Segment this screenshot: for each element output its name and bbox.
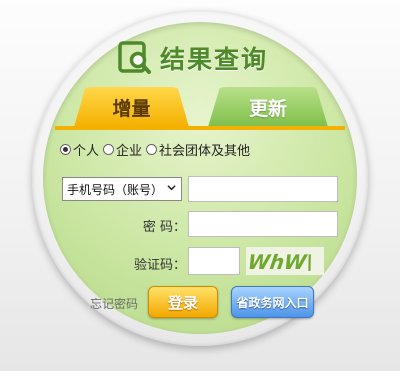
radio-label: 社会团体及其他 [159, 144, 251, 159]
tab-label: 更新 [248, 97, 287, 120]
captcha-graphic: WhW\ [246, 250, 315, 274]
search-document-icon [118, 41, 151, 74]
account-input[interactable] [188, 176, 338, 202]
radio-dot[interactable] [103, 144, 115, 155]
radio-label: 企业 [116, 144, 143, 159]
radio-organization[interactable]: 社会团体及其他 [146, 140, 250, 159]
password-input[interactable] [188, 211, 338, 237]
tab-increment[interactable]: 增量 [74, 87, 189, 127]
password-label: 密 码： [142, 220, 186, 235]
portal-label: 省政务网入口 [236, 295, 309, 310]
page-title: 结果查询 [160, 45, 269, 74]
tab-update[interactable]: 更新 [208, 87, 328, 127]
radio-label: 个人 [73, 144, 100, 159]
captcha-image[interactable]: WhW\ [246, 247, 324, 275]
captcha-input[interactable] [188, 247, 240, 275]
forgot-password-link[interactable]: 忘记密码 [90, 295, 138, 312]
account-type-value: 手机号码（账号） [67, 182, 164, 197]
radio-individual[interactable]: 个人 [60, 140, 99, 159]
login-button[interactable]: 登录 [148, 286, 218, 318]
header: 结果查询 [118, 38, 268, 78]
captcha-text: WhW\ [246, 250, 315, 274]
account-type-select[interactable]: 手机号码（账号） [62, 177, 182, 201]
login-label: 登录 [167, 293, 198, 312]
user-type-group: 个人 企业 社会团体及其他 [60, 140, 254, 159]
radio-enterprise[interactable]: 企业 [103, 140, 142, 159]
radio-dot[interactable] [60, 144, 71, 155]
captcha-label: 验证码： [133, 258, 186, 273]
tab-label: 增量 [112, 97, 151, 120]
radio-dot[interactable] [146, 144, 158, 155]
chevron-down-icon [167, 185, 176, 191]
tab-underline [55, 126, 345, 130]
portal-button[interactable]: 省政务网入口 [231, 286, 314, 318]
